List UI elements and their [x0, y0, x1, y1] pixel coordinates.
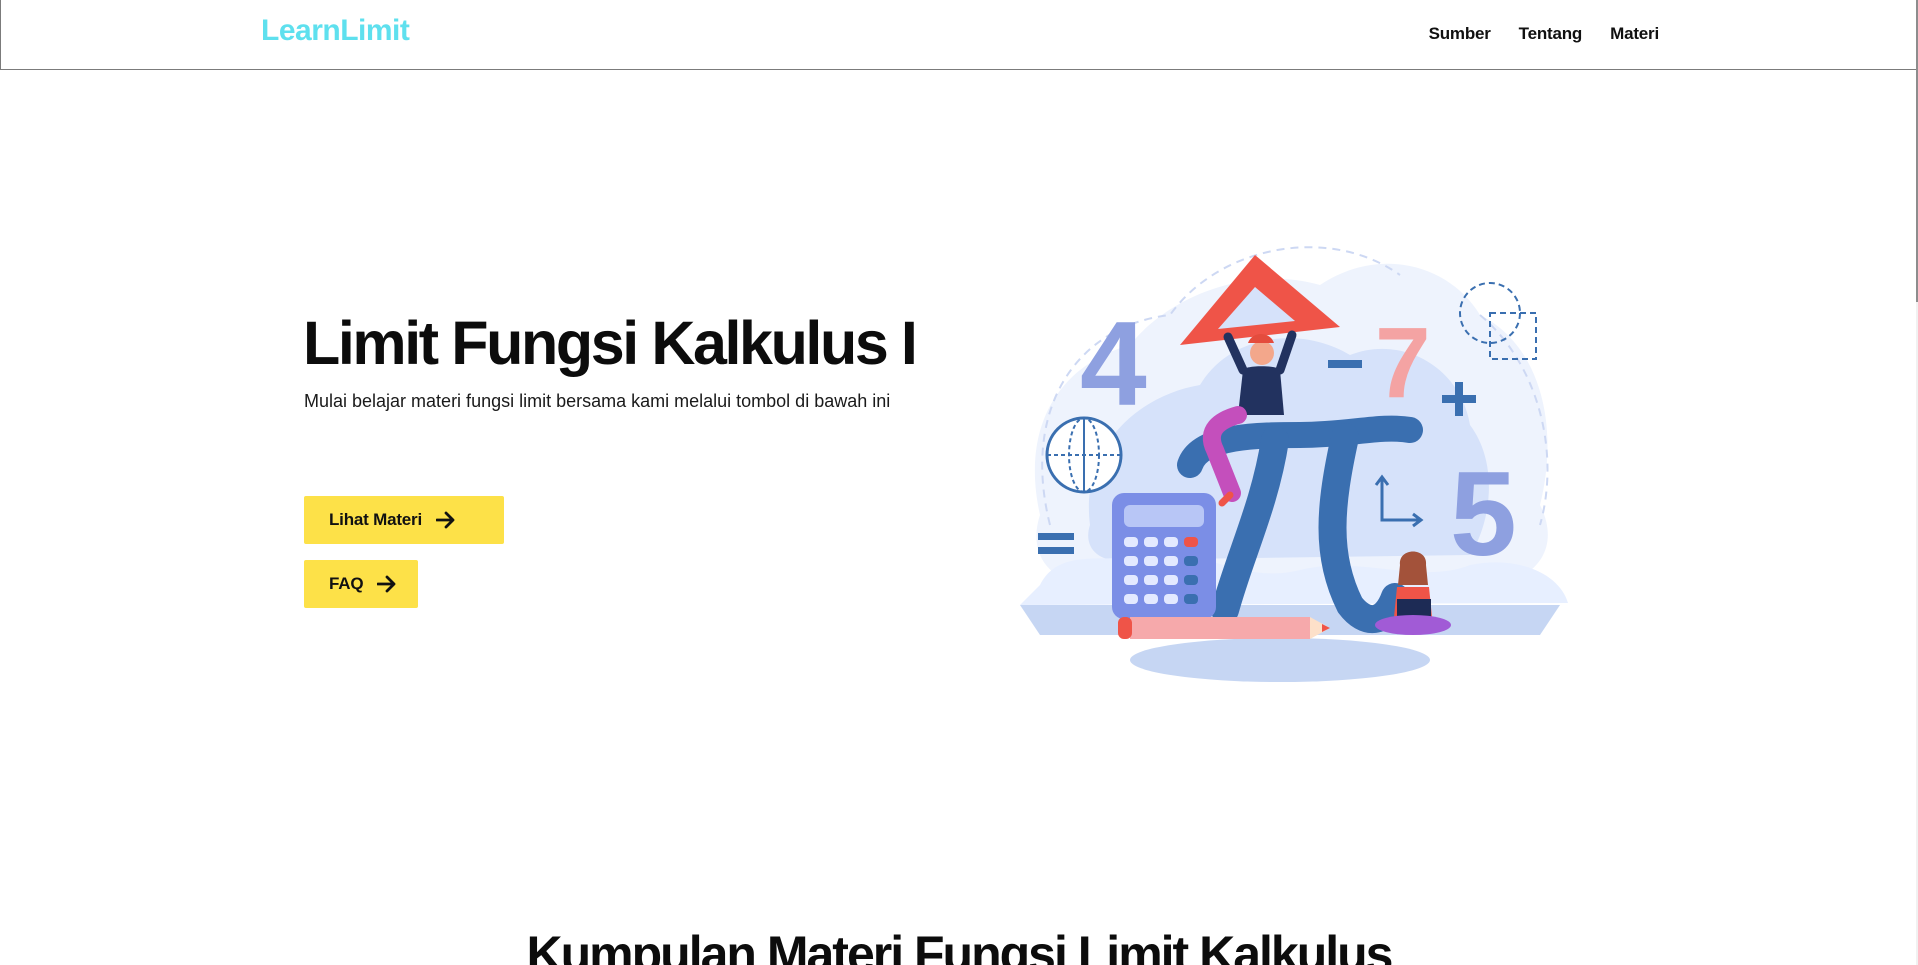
nav-link-materi[interactable]: Materi	[1610, 24, 1659, 44]
faq-label: FAQ	[329, 574, 364, 593]
nav-link-tentang[interactable]: Tentang	[1519, 24, 1583, 44]
section-title: Kumpulan Materi Fungsi Limit Kalkulus	[526, 926, 1394, 965]
illustration-number-5: 5	[1450, 447, 1517, 581]
math-illustration: 4 7 5	[1000, 225, 1590, 685]
equals-sign	[1038, 533, 1074, 540]
page: LearnLimit Sumber Tentang Materi Limit F…	[0, 0, 1918, 965]
lihat-materi-label: Lihat Materi	[329, 510, 423, 529]
hero-title: Limit Fungsi Kalkulus I	[303, 309, 918, 377]
navbar: LearnLimit Sumber Tentang Materi	[0, 0, 1918, 70]
nav-link-sumber[interactable]: Sumber	[1429, 24, 1491, 44]
brand-logo-link[interactable]: LearnLimit	[261, 14, 410, 48]
arrow-right-icon	[377, 575, 397, 593]
faq-button[interactable]: FAQ	[304, 560, 418, 608]
nav-links: Sumber Tentang Materi	[1429, 24, 1660, 44]
arrow-right-icon	[436, 511, 456, 529]
illustration-number-4: 4	[1080, 297, 1147, 431]
hero-subtitle: Mulai belajar materi fungsi limit bersam…	[304, 391, 891, 411]
lihat-materi-button[interactable]: Lihat Materi	[304, 496, 504, 544]
math-illustration-svg: 4 7 5	[1020, 246, 1568, 682]
minus-sign	[1328, 360, 1362, 368]
pencil	[1130, 617, 1310, 639]
illustration-number-7: 7	[1375, 307, 1431, 419]
